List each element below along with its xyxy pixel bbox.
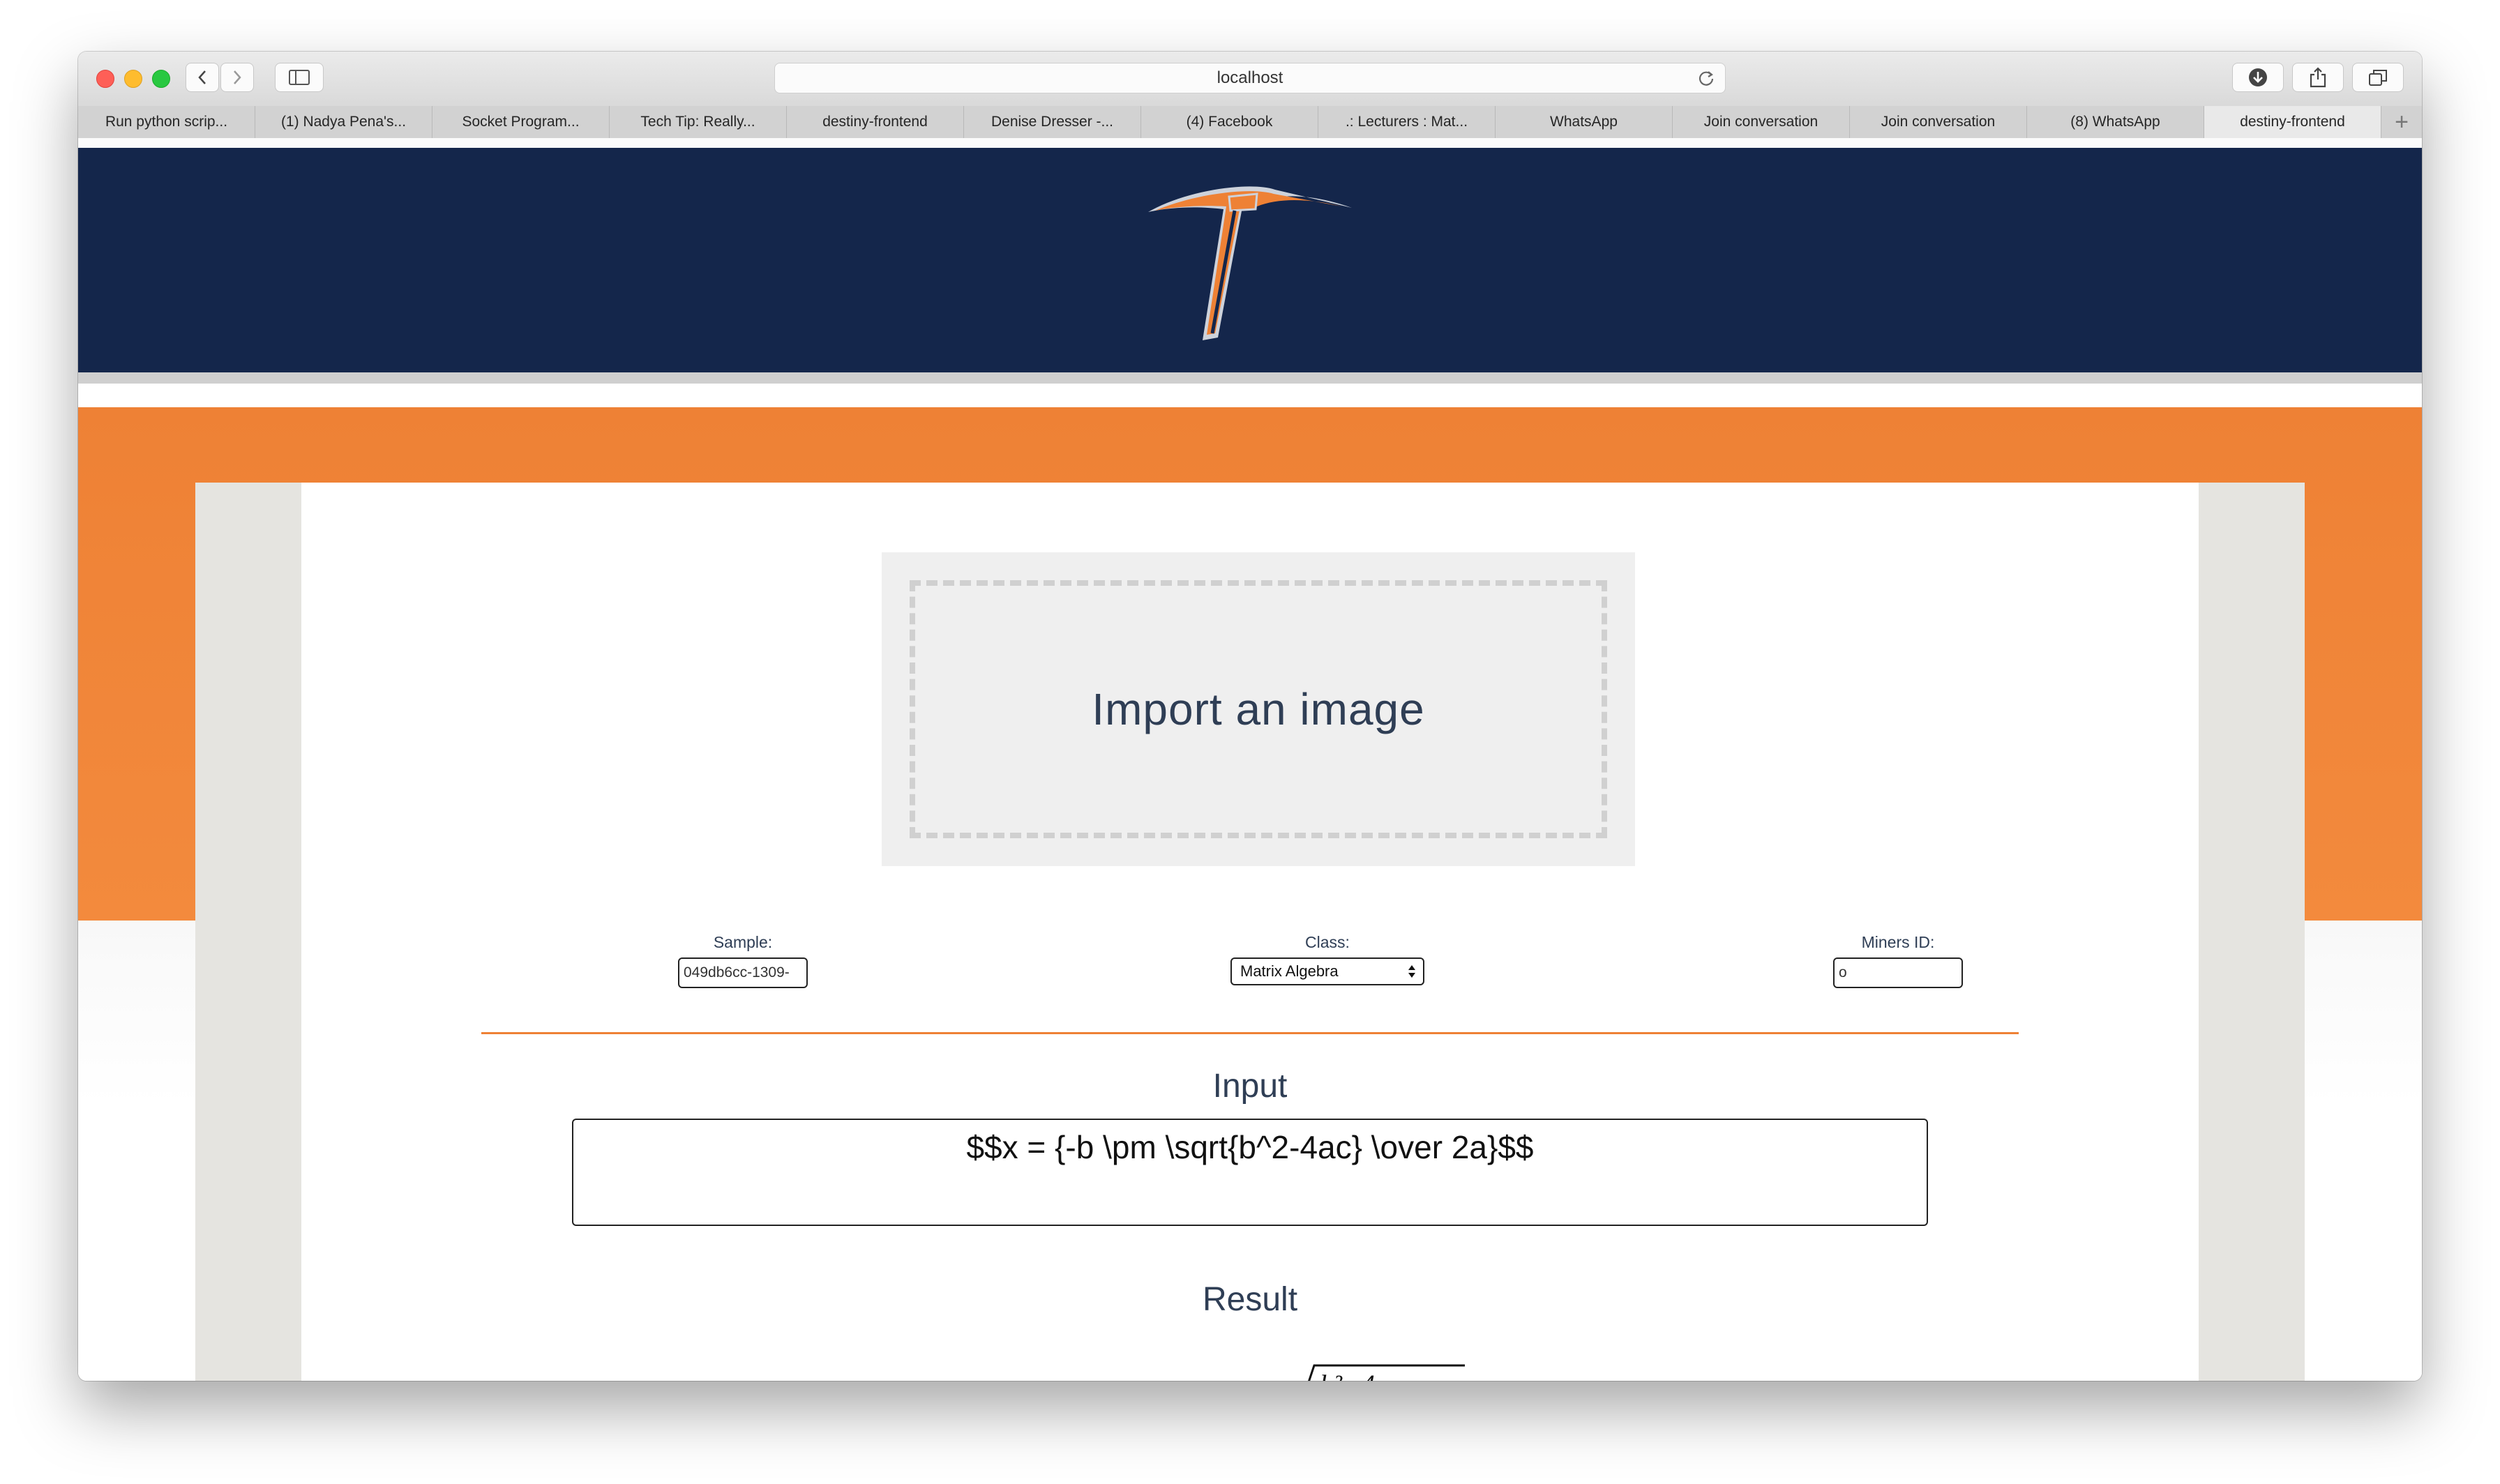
sample-field: Sample: 049db6cc-1309- bbox=[678, 933, 808, 988]
sidebar-toggle-button[interactable] bbox=[275, 63, 324, 92]
tab-label: Run python scrip... bbox=[105, 114, 228, 130]
plus-icon: + bbox=[2395, 108, 2409, 135]
browser-tab[interactable]: WhatsApp bbox=[1496, 106, 1673, 138]
minimize-window-button[interactable] bbox=[124, 70, 142, 88]
tab-label: (1) Nadya Pena's... bbox=[280, 114, 407, 130]
miners-id-input[interactable]: o bbox=[1833, 957, 1963, 988]
class-field: Class: Matrix Algebra bbox=[1230, 933, 1424, 985]
tab-label: (4) Facebook bbox=[1186, 114, 1273, 130]
sidebar-icon bbox=[289, 70, 310, 85]
browser-window: localhost Run python scrip... (1) Nadya … bbox=[78, 52, 2422, 1381]
tab-label: Join conversation bbox=[1703, 114, 1818, 130]
tab-label: Join conversation bbox=[1881, 114, 1996, 130]
browser-tab[interactable]: Join conversation bbox=[1850, 106, 2027, 138]
browser-tab[interactable]: Run python scrip... bbox=[78, 106, 255, 138]
tab-label: Socket Program... bbox=[462, 114, 580, 130]
result-heading: Result bbox=[1202, 1281, 1298, 1318]
input-heading: Input bbox=[1212, 1068, 1288, 1105]
chevron-left-icon bbox=[198, 70, 206, 84]
tab-bar: Run python scrip... (1) Nadya Pena's... … bbox=[78, 106, 2422, 139]
tab-label: (8) WhatsApp bbox=[2070, 114, 2160, 130]
chevron-right-icon bbox=[234, 70, 241, 84]
new-tab-button[interactable]: + bbox=[2381, 106, 2422, 138]
result-render: b²−4 bbox=[1242, 1363, 1465, 1381]
sample-label: Sample: bbox=[713, 933, 773, 951]
card-right-gutter bbox=[2199, 483, 2305, 1381]
browser-tab[interactable]: Socket Program... bbox=[432, 106, 610, 138]
browser-tab[interactable]: Join conversation bbox=[1673, 106, 1850, 138]
class-label: Class: bbox=[1305, 933, 1350, 951]
tab-label: Tech Tip: Really... bbox=[640, 114, 755, 130]
tabs-icon bbox=[2369, 70, 2387, 86]
url-text: localhost bbox=[1217, 68, 1283, 87]
tab-label: destiny-frontend bbox=[2240, 114, 2345, 130]
browser-tab[interactable]: destiny-frontend bbox=[787, 106, 964, 138]
class-selected-value: Matrix Algebra bbox=[1240, 962, 1339, 980]
site-header bbox=[78, 148, 2422, 372]
browser-tab[interactable]: (1) Nadya Pena's... bbox=[255, 106, 432, 138]
select-arrows-icon bbox=[1408, 965, 1415, 978]
class-select[interactable]: Matrix Algebra bbox=[1230, 957, 1424, 985]
header-top-strip bbox=[78, 138, 2422, 148]
image-dropzone[interactable]: Import an image bbox=[882, 552, 1635, 866]
browser-tab-active[interactable]: destiny-frontend bbox=[2204, 106, 2381, 138]
page-content: Import an image Sample: 049db6cc-1309- C… bbox=[78, 138, 2422, 1381]
main-card: Import an image Sample: 049db6cc-1309- C… bbox=[195, 483, 2305, 1381]
downloads-button[interactable] bbox=[2232, 63, 2284, 92]
browser-tab[interactable]: (8) WhatsApp bbox=[2027, 106, 2204, 138]
section-divider bbox=[481, 1032, 2019, 1034]
tab-label: Denise Dresser -... bbox=[991, 114, 1114, 130]
tab-label: .: Lecturers : Mat... bbox=[1345, 114, 1468, 130]
reload-icon[interactable] bbox=[1697, 69, 1715, 87]
sample-input[interactable]: 049db6cc-1309- bbox=[678, 957, 808, 988]
browser-tab[interactable]: (4) Facebook bbox=[1141, 106, 1318, 138]
miners-id-field: Miners ID: o bbox=[1833, 933, 1963, 988]
tab-overview-button[interactable] bbox=[2352, 63, 2404, 92]
forward-button[interactable] bbox=[220, 63, 254, 92]
pickaxe-logo-icon[interactable] bbox=[1145, 176, 1355, 343]
header-divider bbox=[78, 372, 2422, 384]
tab-label: destiny-frontend bbox=[822, 114, 928, 130]
close-window-button[interactable] bbox=[96, 70, 114, 88]
browser-tab[interactable]: .: Lecturers : Mat... bbox=[1318, 106, 1496, 138]
download-icon bbox=[2249, 68, 2267, 86]
latex-input[interactable]: $$x = {-b \pm \sqrt{b^2-4ac} \over 2a}$$ bbox=[572, 1119, 1928, 1226]
title-bar: localhost bbox=[78, 52, 2422, 107]
tab-label: WhatsApp bbox=[1550, 114, 1618, 130]
address-bar[interactable]: localhost bbox=[774, 63, 1726, 93]
back-button[interactable] bbox=[186, 63, 219, 92]
dropzone-label: Import an image bbox=[1092, 684, 1425, 734]
maximize-window-button[interactable] bbox=[152, 70, 170, 88]
card-left-gutter bbox=[195, 483, 301, 1381]
result-partial-text: b²−4 bbox=[1320, 1368, 1375, 1381]
share-icon bbox=[2310, 67, 2326, 88]
miners-id-label: Miners ID: bbox=[1861, 933, 1935, 951]
browser-tab[interactable]: Denise Dresser -... bbox=[964, 106, 1141, 138]
browser-tab[interactable]: Tech Tip: Really... bbox=[610, 106, 787, 138]
share-button[interactable] bbox=[2292, 63, 2344, 92]
